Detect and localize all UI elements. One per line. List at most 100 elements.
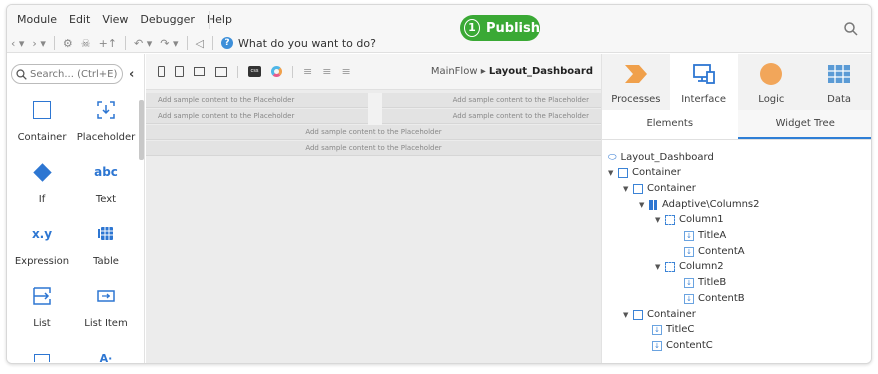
- menu-view[interactable]: View: [96, 13, 134, 26]
- interface-icon: [692, 64, 715, 84]
- widget-table[interactable]: Table: [75, 222, 137, 267]
- tree-node-titleA[interactable]: ↓ TitleA: [684, 228, 726, 243]
- align-right-icon[interactable]: ≡: [341, 65, 350, 78]
- tree-node-container[interactable]: ▼ Container: [623, 181, 696, 196]
- placeholder-icon: ↓: [684, 277, 694, 288]
- expression-icon: x.y: [31, 227, 53, 241]
- search-icon[interactable]: [843, 21, 859, 37]
- back-icon[interactable]: ‹ ▾: [11, 37, 24, 50]
- placeholder-contentB[interactable]: Add sample content to the Placeholder: [382, 109, 601, 124]
- tree-node-label: TitleC: [666, 324, 695, 335]
- widget-expression[interactable]: x.y Expression: [11, 222, 73, 267]
- widget-more-1[interactable]: [11, 346, 73, 363]
- publish-label: Publish: [486, 20, 540, 36]
- tree-node-titleB[interactable]: ↓ TitleB: [684, 275, 726, 290]
- widget-label: Text: [95, 194, 117, 205]
- theme-icon[interactable]: [215, 66, 227, 77]
- tab-interface[interactable]: Interface: [669, 54, 738, 110]
- forward-icon[interactable]: › ▾: [32, 37, 45, 50]
- subtab-widget-tree[interactable]: Widget Tree: [737, 110, 871, 139]
- tree-node-label: Container: [632, 167, 681, 178]
- color-palette-icon[interactable]: [271, 66, 282, 77]
- expand-caret-icon[interactable]: ▼: [608, 169, 618, 177]
- debug-icon[interactable]: ☠: [81, 37, 91, 50]
- expand-caret-icon[interactable]: ▼: [655, 216, 665, 224]
- canvas-toolbar: css ≡ ≡ ≡ MainFlow ▸ Layout_Dashboard: [146, 54, 601, 90]
- layout-icon: ⬭: [608, 152, 617, 163]
- tree-node-column1[interactable]: ▼ Column1: [655, 212, 724, 227]
- placeholder-icon: ↓: [684, 293, 694, 304]
- phone-icon[interactable]: [158, 66, 165, 77]
- subtab-elements[interactable]: Elements: [602, 110, 738, 139]
- css-icon[interactable]: css: [248, 66, 261, 77]
- help-search-text[interactable]: What do you want to do?: [238, 37, 376, 50]
- tab-logic[interactable]: Logic: [738, 54, 806, 110]
- publish-step-badge: 1: [464, 19, 480, 37]
- tree-node-label: Container: [647, 309, 696, 320]
- table-icon: [98, 227, 113, 240]
- placeholder-titleB[interactable]: Add sample content to the Placeholder: [382, 93, 601, 108]
- tree-node-column2[interactable]: ▼ Column2: [655, 259, 724, 274]
- layout-canvas[interactable]: Add sample content to the Placeholder Ad…: [146, 90, 601, 363]
- widget-container[interactable]: Container: [11, 98, 73, 143]
- add-icon[interactable]: +↑: [99, 37, 117, 50]
- breadcrumb-flow[interactable]: MainFlow: [431, 66, 478, 77]
- menu-debugger[interactable]: Debugger: [134, 13, 200, 26]
- toolbox-scrollbar[interactable]: [139, 100, 144, 160]
- toolbox-search[interactable]: [11, 64, 123, 84]
- tablet-icon[interactable]: [175, 66, 184, 77]
- widget-more-2[interactable]: A·: [75, 346, 137, 364]
- tab-label: Logic: [758, 94, 785, 105]
- tree-node-titleC[interactable]: ↓ TitleC: [652, 322, 694, 337]
- column-icon: [665, 214, 675, 225]
- menu-help[interactable]: Help: [201, 13, 238, 26]
- widget-label: If: [38, 194, 46, 205]
- expand-caret-icon[interactable]: ▼: [623, 311, 633, 319]
- help-icon: ?: [221, 37, 233, 49]
- placeholder-icon: ↓: [652, 324, 662, 335]
- placeholder-titleA[interactable]: Add sample content to the Placeholder: [146, 93, 368, 108]
- breadcrumb-separator-icon: ▸: [480, 66, 489, 77]
- tree-node-container[interactable]: ▼ Container: [623, 307, 696, 322]
- placeholder-titleC[interactable]: Add sample content to the Placeholder: [146, 125, 601, 140]
- align-center-icon[interactable]: ≡: [322, 65, 331, 78]
- menu-edit[interactable]: Edit: [63, 13, 96, 26]
- tree-node-columns[interactable]: ▼ Adaptive\Columns2: [639, 197, 760, 212]
- expand-caret-icon[interactable]: ▼: [655, 263, 665, 271]
- settings-icon[interactable]: ⚙: [63, 37, 73, 50]
- widget-if[interactable]: If: [11, 160, 73, 205]
- widget-label: Table: [93, 256, 119, 267]
- processes-icon: [624, 65, 647, 83]
- main-tabs: Processes Interface Logic Data: [602, 54, 871, 110]
- redo-icon[interactable]: ↷ ▾: [160, 37, 178, 50]
- tree-node-container[interactable]: ▼ Container: [608, 165, 681, 180]
- tree-node-contentA[interactable]: ↓ ContentA: [684, 244, 745, 259]
- tree-node-label: Column1: [679, 214, 724, 225]
- tree-node-contentC[interactable]: ↓ ContentC: [652, 338, 713, 353]
- widget-text[interactable]: abc Text: [75, 160, 137, 205]
- logic-icon: [760, 63, 783, 85]
- expand-caret-icon[interactable]: ▼: [623, 185, 633, 193]
- collapse-panel-icon[interactable]: ‹: [129, 67, 134, 82]
- widget-list[interactable]: List: [11, 284, 73, 329]
- widget-placeholder[interactable]: Placeholder: [75, 98, 137, 143]
- tree-node-contentB[interactable]: ↓ ContentB: [684, 291, 745, 306]
- expand-caret-icon[interactable]: ▼: [639, 201, 649, 209]
- align-left-icon[interactable]: ≡: [303, 65, 312, 78]
- widget-list-item[interactable]: List Item: [75, 284, 137, 329]
- tree-node-layout[interactable]: ⬭ Layout_Dashboard: [608, 150, 714, 165]
- desktop-icon[interactable]: [194, 67, 205, 76]
- tab-data[interactable]: Data: [805, 54, 871, 110]
- widget-label: Container: [17, 132, 67, 143]
- tab-processes[interactable]: Processes: [602, 54, 670, 110]
- toolbox-search-input[interactable]: [30, 68, 118, 80]
- column-icon: [665, 261, 675, 272]
- placeholder-contentC[interactable]: Add sample content to the Placeholder: [146, 141, 601, 156]
- toolbar-divider: [292, 65, 293, 78]
- publish-button[interactable]: 1 Publish: [460, 15, 540, 41]
- columns-icon: [649, 199, 657, 210]
- placeholder-contentA[interactable]: Add sample content to the Placeholder: [146, 109, 368, 124]
- menu-module[interactable]: Module: [11, 13, 63, 26]
- announce-icon[interactable]: ◁: [196, 37, 204, 50]
- undo-icon[interactable]: ↶ ▾: [134, 37, 152, 50]
